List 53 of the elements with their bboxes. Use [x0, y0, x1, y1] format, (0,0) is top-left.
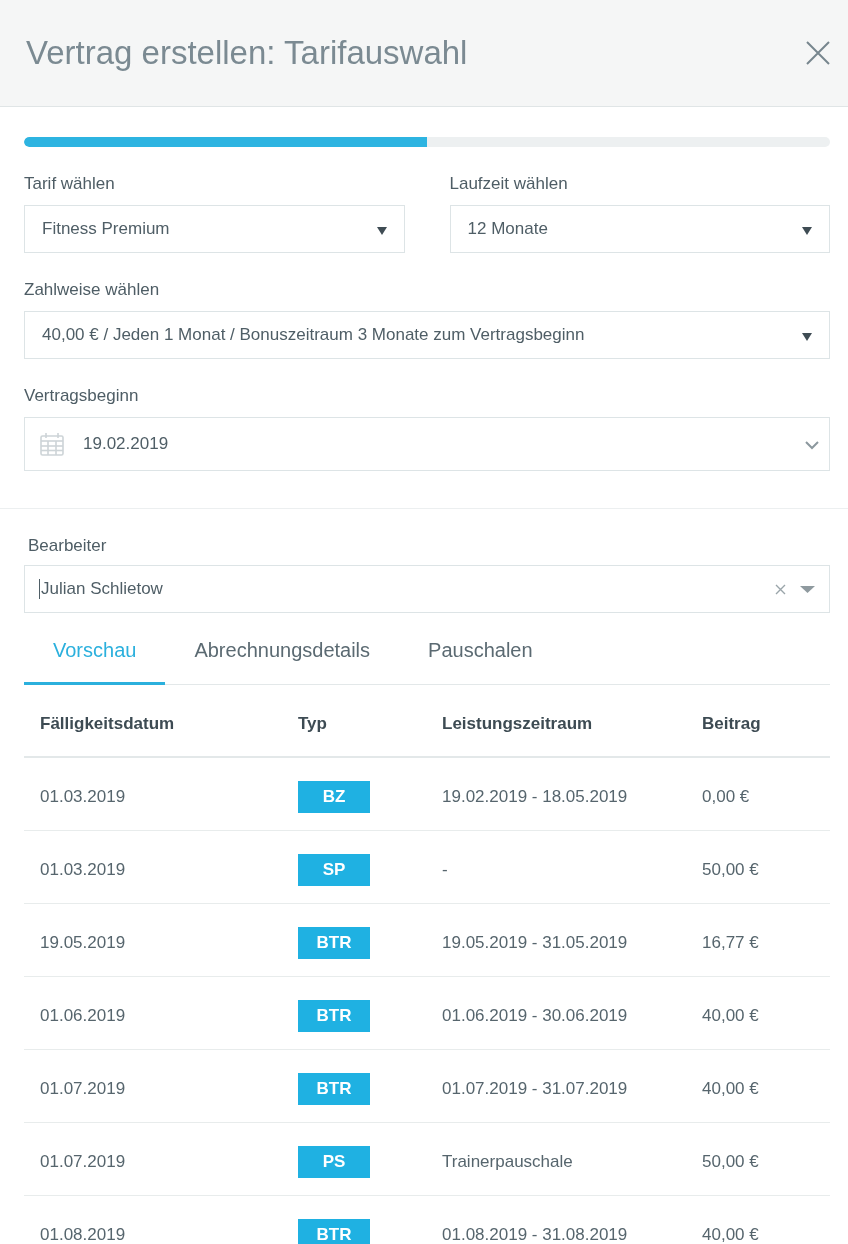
tab[interactable]: Pauschalen	[399, 613, 562, 685]
table-cell: 19.02.2019 - 18.05.2019	[442, 787, 628, 806]
date-field[interactable]: 19.02.2019	[24, 417, 830, 471]
table-cell: 16,77 €	[702, 933, 759, 952]
table-cell: 01.06.2019 - 30.06.2019	[442, 1006, 628, 1025]
table-cell: 01.08.2019	[40, 1225, 126, 1244]
calendar-icon	[40, 432, 64, 456]
field-label: Laufzeit wählen	[449, 173, 568, 195]
type-tag: BTR	[298, 1219, 370, 1244]
select-field[interactable]: 12 Monate	[449, 205, 830, 253]
type-tag: PS	[298, 1146, 370, 1178]
chevron-icon	[805, 441, 819, 450]
table-cell: 50,00 €	[702, 860, 759, 879]
combobox-field[interactable]: Julian Schlietow	[24, 565, 830, 613]
close-icon[interactable]	[806, 41, 830, 65]
dialog-title: Vertrag erstellen: Tarifauswahl	[26, 34, 468, 72]
table-cell: -	[442, 860, 448, 879]
tab[interactable]: Abrechnungsdetails	[165, 613, 400, 685]
table-cell: 01.07.2019	[40, 1079, 126, 1098]
caret-icon	[802, 227, 812, 235]
table-cell: 01.03.2019	[40, 860, 126, 879]
column-header: Typ	[298, 713, 327, 733]
select-field[interactable]: 40,00 € / Jeden 1 Monat / Bonuszeitraum 3 Monate zum Vertragsbeginn	[24, 311, 830, 359]
type-tag: BTR	[298, 1073, 370, 1105]
field-label: Zahlweise wählen	[24, 279, 160, 301]
table-cell: 40,00 €	[702, 1225, 759, 1244]
type-tag: BTR	[298, 927, 370, 959]
select-field[interactable]: Fitness Premium	[24, 205, 405, 253]
table-cell: 40,00 €	[702, 1006, 759, 1025]
caret-icon	[376, 227, 387, 235]
table-cell: 01.03.2019	[40, 787, 126, 806]
table-cell: 01.07.2019 - 31.07.2019	[442, 1079, 628, 1098]
table-cell: 50,00 €	[702, 1152, 759, 1171]
caret-icon[interactable]	[800, 585, 815, 593]
table-cell: Trainerpauschale	[442, 1152, 573, 1171]
table-cell: 19.05.2019	[40, 933, 126, 952]
table-cell: 01.08.2019 - 31.08.2019	[442, 1225, 628, 1244]
column-header: Beitrag	[702, 713, 761, 733]
table-cell: 01.06.2019	[40, 1006, 126, 1025]
type-tag: SP	[298, 854, 370, 886]
column-header: Leistungszeitraum	[442, 713, 593, 733]
field-label: Tarif wählen	[24, 173, 115, 195]
table-cell: 01.07.2019	[40, 1152, 126, 1171]
clear-icon[interactable]	[775, 583, 786, 595]
caret-icon	[802, 333, 812, 341]
field-label: Vertragsbeginn	[24, 385, 139, 407]
type-tag: BTR	[298, 1000, 370, 1032]
type-tag: BZ	[298, 781, 370, 813]
table-cell: 40,00 €	[702, 1079, 759, 1098]
column-header: Fälligkeitsdatum	[40, 713, 175, 733]
table-cell: 0,00 €	[702, 787, 750, 806]
table-cell: 19.05.2019 - 31.05.2019	[442, 933, 628, 952]
field-label: Bearbeiter	[28, 535, 107, 557]
